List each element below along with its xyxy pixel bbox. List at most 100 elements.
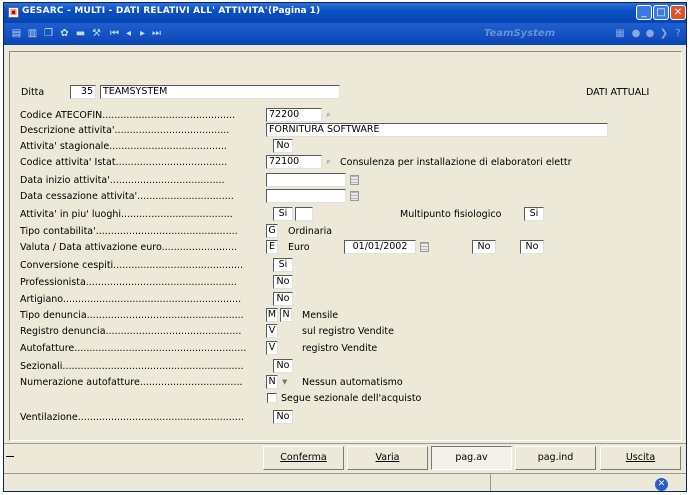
professionista-label: Professionista..........................… xyxy=(20,277,237,288)
ditta-name-field: TEAMSYSTEM xyxy=(100,85,340,99)
tipo-denuncia-desc: Mensile xyxy=(302,310,339,321)
tipo-denuncia-label: Tipo denuncia...........................… xyxy=(20,310,244,321)
numerazione-label: Numerazione autofatture.................… xyxy=(20,377,243,388)
pag-av-button-label: pag.av xyxy=(455,452,488,463)
cespiti-label: Conversione cespiti.....................… xyxy=(20,260,244,271)
ditta-label: Ditta xyxy=(21,87,45,98)
save-icon[interactable]: ▤ xyxy=(10,27,23,40)
codice-istat-desc: Consulenza per installazione di elaborat… xyxy=(340,157,572,168)
data-inizio-field[interactable] xyxy=(266,173,346,187)
close-icon[interactable]: ✕ xyxy=(670,5,686,20)
registro-denuncia-label: Registro denuncia.......................… xyxy=(20,326,242,337)
segue-sezionale-checkbox[interactable] xyxy=(267,393,277,403)
title-bar: ▣ GESARC - MULTI - DATI RELATIVI ALL' AT… xyxy=(4,3,686,23)
codice-atecofin-label: Codice ATECOFIN.........................… xyxy=(20,110,236,121)
dropdown-icon[interactable]: ▼ xyxy=(282,377,291,387)
ventilazione-label: Ventilazione............................… xyxy=(20,412,244,423)
page-indicator: (Pagina 1) xyxy=(268,6,321,16)
first-record-icon[interactable]: ⏮ xyxy=(108,27,121,40)
calendar-icon[interactable] xyxy=(420,242,429,252)
tipo-denuncia-field2[interactable]: N xyxy=(280,308,292,322)
tipo-contabilita-field[interactable]: G xyxy=(266,224,278,238)
descrizione-label: Descrizione attivita'...................… xyxy=(20,125,230,136)
codice-atecofin-field[interactable]: 72200 xyxy=(266,108,322,122)
help-icon[interactable]: ▦ xyxy=(614,27,626,40)
segue-sezionale-label: Segue sezionale dell'acquisto xyxy=(281,393,422,404)
divider-mark xyxy=(6,456,14,457)
last-record-icon[interactable]: ⏭ xyxy=(150,27,163,40)
data-cessazione-label: Data cessazione attivita'...............… xyxy=(20,191,234,202)
uscita-button-label: Uscita xyxy=(625,452,656,463)
print-icon[interactable]: ▥ xyxy=(26,27,39,40)
folder-icon[interactable]: ▬ xyxy=(74,27,87,40)
artigiano-field[interactable]: No xyxy=(273,292,293,306)
pag-av-button[interactable]: pag.av xyxy=(431,446,512,470)
varia-button[interactable]: Varia xyxy=(347,446,428,470)
app-icon: ▣ xyxy=(8,7,19,18)
prev-record-icon[interactable]: ◂ xyxy=(122,27,135,40)
descrizione-field[interactable]: FORNITURA SOFTWARE xyxy=(266,123,608,137)
conferma-button-label: Conferma xyxy=(280,452,327,463)
data-inizio-label: Data inizio attivita'...................… xyxy=(20,175,225,186)
ventilazione-field[interactable]: No xyxy=(273,410,293,424)
stagionale-field[interactable]: No xyxy=(273,139,293,153)
valuta-field[interactable]: E xyxy=(266,240,278,254)
codice-istat-label: Codice attivita' Istat..................… xyxy=(20,157,228,168)
tipo-contabilita-label: Tipo contabilita'.......................… xyxy=(20,226,238,237)
tipo-contabilita-desc: Ordinaria xyxy=(288,226,333,237)
sezionali-label: Sezionali...............................… xyxy=(20,361,244,372)
valuta-desc: Euro xyxy=(288,242,310,253)
copy-icon[interactable]: ❐ xyxy=(42,27,55,40)
ditta-code-field[interactable]: 35 xyxy=(70,85,96,99)
autofatture-desc: registro Vendite xyxy=(302,343,378,354)
professionista-field[interactable]: No xyxy=(273,275,293,289)
sezionali-field[interactable]: No xyxy=(273,359,293,373)
window-title: GESARC - MULTI - DATI RELATIVI ALL' ATTI… xyxy=(22,6,268,16)
cespiti-field[interactable]: Si xyxy=(273,258,293,272)
conferma-button[interactable]: Conferma xyxy=(263,446,344,470)
toolbar: ▤ ▥ ❐ ✿ ▬ ⚒ ⏮ ◂ ▸ ⏭ TeamSystem ▦ ● ● ❯ ? xyxy=(4,23,686,45)
autofatture-field[interactable]: V xyxy=(266,341,278,355)
valuta-flag2-field[interactable]: No xyxy=(520,240,544,254)
varia-button-label: Varia xyxy=(375,452,400,463)
autofatture-label: Autofatture.............................… xyxy=(20,343,247,354)
piu-luoghi-count-field[interactable] xyxy=(295,207,313,221)
calendar-icon[interactable] xyxy=(350,191,359,201)
valuta-label: Valuta / Data attivazione euro..........… xyxy=(20,242,238,253)
registro-denuncia-desc: sul registro Vendite xyxy=(302,326,394,337)
calendar-icon[interactable] xyxy=(350,175,359,185)
wizard-icon[interactable]: ❯ xyxy=(658,27,670,40)
divider xyxy=(4,443,686,444)
registro-denuncia-field[interactable]: V xyxy=(266,324,278,338)
status-label: DATI ATTUALI xyxy=(586,87,650,98)
minimize-icon[interactable]: _ xyxy=(636,5,652,20)
stagionale-label: Attivita' stagionale....................… xyxy=(20,141,227,152)
piu-luoghi-field[interactable]: Si xyxy=(273,207,293,221)
pag-ind-button-label: pag.ind xyxy=(537,452,574,463)
next-record-icon[interactable]: ▸ xyxy=(136,27,149,40)
tipo-denuncia-field[interactable]: M xyxy=(266,308,278,322)
pag-ind-button[interactable]: pag.ind xyxy=(515,446,596,470)
codice-istat-field[interactable]: 72100 xyxy=(266,155,322,169)
data-attivazione-euro-field[interactable]: 01/01/2002 xyxy=(344,240,416,254)
error-icon[interactable]: ✕ xyxy=(655,478,668,491)
piu-luoghi-label: Attivita' in piu' luoghi................… xyxy=(20,209,233,220)
multipunto-field[interactable]: Si xyxy=(524,207,544,221)
brand-logo: TeamSystem xyxy=(484,28,556,39)
multipunto-label: Multipunto fisiologico xyxy=(400,209,502,220)
data-cessazione-field[interactable] xyxy=(266,189,346,203)
artigiano-label: Artigiano...............................… xyxy=(20,294,242,305)
lookup-icon[interactable]: ⌕ xyxy=(326,157,336,167)
numerazione-field[interactable]: N xyxy=(266,375,278,389)
exit-tool-icon[interactable]: ? xyxy=(672,27,684,40)
numerazione-desc: Nessun automatismo xyxy=(302,377,403,388)
uscita-button[interactable]: Uscita xyxy=(600,446,681,470)
zoom-icon[interactable]: ● xyxy=(644,27,656,40)
info-icon[interactable]: ● xyxy=(630,27,642,40)
status-bar: ✕ xyxy=(4,473,686,491)
maximize-icon[interactable]: □ xyxy=(653,5,669,20)
valuta-flag1-field[interactable]: No xyxy=(472,240,496,254)
tools-icon[interactable]: ⚒ xyxy=(90,27,103,40)
settings-icon[interactable]: ✿ xyxy=(58,27,71,40)
lookup-icon[interactable]: ⌕ xyxy=(326,110,336,120)
